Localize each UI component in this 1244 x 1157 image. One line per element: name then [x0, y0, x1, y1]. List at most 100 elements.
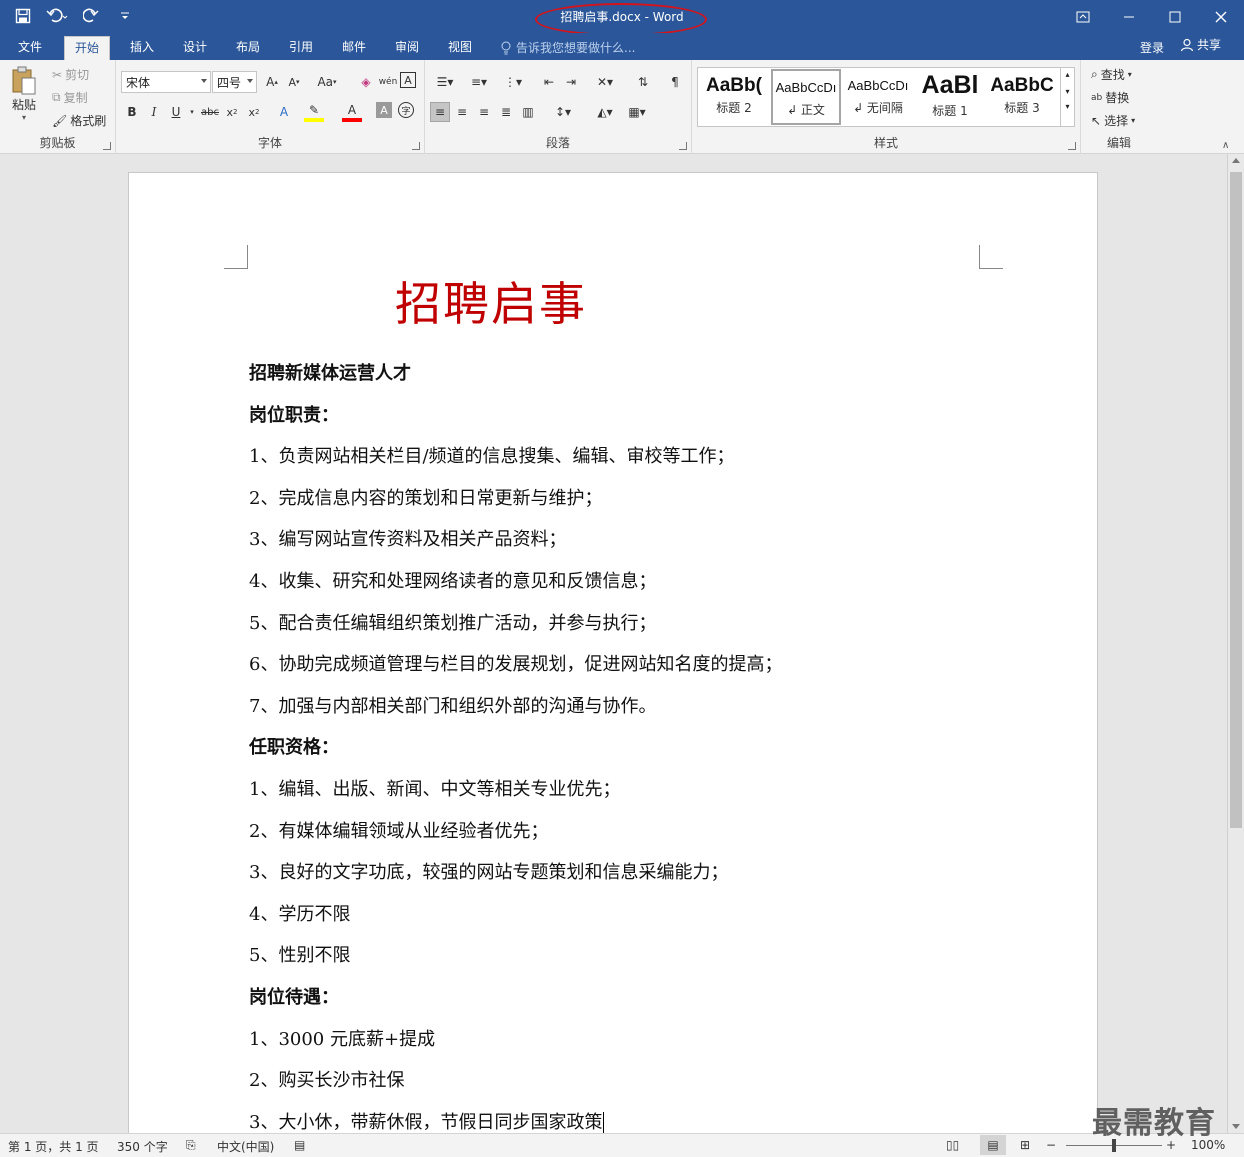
justify-icon[interactable]: ≣ — [496, 102, 516, 122]
tab-references[interactable]: 引用 — [279, 36, 323, 60]
font-name-value: 宋体 — [126, 76, 151, 90]
line-spacing-icon[interactable]: ↕▾ — [549, 102, 577, 122]
styles-scroll[interactable]: ▴ ▾ ▾ — [1060, 68, 1074, 126]
style-sample: AaBbC — [990, 75, 1054, 96]
macro-icon[interactable]: ▤ — [294, 1138, 305, 1152]
select-button[interactable]: ↖ 选择 ▾ — [1091, 112, 1135, 129]
style-heading-1[interactable]: AaBl 标题 1 — [915, 69, 985, 125]
font-name-select[interactable]: 宋体 — [121, 71, 211, 93]
tab-design[interactable]: 设计 — [173, 36, 217, 60]
multilevel-list-icon[interactable]: ⋮▾ — [499, 72, 527, 92]
tab-insert[interactable]: 插入 — [120, 36, 164, 60]
shrink-font-icon[interactable]: A ▾ — [284, 72, 304, 92]
style-name: 标题 1 — [932, 104, 968, 118]
enclose-characters-icon[interactable]: 字 — [398, 102, 414, 118]
character-border-icon[interactable]: A — [400, 72, 416, 88]
scroll-down-icon[interactable] — [1232, 1124, 1240, 1129]
tab-view[interactable]: 视图 — [438, 36, 482, 60]
shading-icon[interactable]: ◭▾ — [591, 102, 619, 122]
tab-home[interactable]: 开始 — [64, 36, 111, 60]
borders-icon[interactable]: ▦▾ — [623, 102, 651, 122]
increase-indent-icon[interactable]: ⇥ — [561, 72, 581, 92]
lightbulb-icon — [501, 41, 511, 54]
minimize-icon[interactable] — [1106, 0, 1152, 33]
paragraph-launcher-icon[interactable] — [679, 142, 687, 150]
replace-button[interactable]: ab 替换 — [1091, 89, 1129, 106]
language-indicator[interactable]: 中文(中国) — [217, 1138, 274, 1155]
tab-review[interactable]: 审阅 — [385, 36, 429, 60]
numbering-icon[interactable]: ≡▾ — [465, 72, 493, 92]
format-painter-button[interactable]: 🖌 格式刷 — [52, 112, 106, 129]
clipboard-launcher-icon[interactable] — [103, 142, 111, 150]
tell-me-text: 告诉我您想要做什么... — [516, 41, 636, 55]
tab-mailings[interactable]: 邮件 — [332, 36, 376, 60]
page-count[interactable]: 第 1 页，共 1 页 — [8, 1138, 99, 1155]
proofing-icon[interactable]: ⎘ — [186, 1138, 196, 1153]
bold-icon[interactable]: B — [122, 102, 142, 122]
italic-icon[interactable]: I — [144, 102, 164, 122]
align-left-icon[interactable]: ≡ — [430, 102, 450, 122]
style-normal[interactable]: AaBbCcDı ↲ 正文 — [771, 69, 841, 125]
scroll-thumb[interactable] — [1230, 172, 1242, 828]
style-no-spacing[interactable]: AaBbCcDı ↲ 无间隔 — [843, 69, 913, 125]
font-size-select[interactable]: 四号 — [212, 71, 257, 93]
find-button[interactable]: ⌕ 查找 ▾ — [1091, 66, 1132, 83]
change-case-button[interactable]: Aa ▾ — [312, 72, 342, 92]
ribbon-display-options-icon[interactable] — [1060, 0, 1106, 33]
scroll-up-icon[interactable] — [1232, 158, 1240, 163]
magnifier-icon: ⌕ — [1091, 67, 1098, 81]
styles-launcher-icon[interactable] — [1068, 142, 1076, 150]
style-heading-3[interactable]: AaBbC 标题 3 — [987, 69, 1057, 125]
close-icon[interactable] — [1198, 0, 1244, 33]
paste-button[interactable]: 粘贴 ▾ — [10, 66, 38, 122]
character-shading-icon[interactable]: A — [376, 102, 392, 118]
title-bar: 招聘启事.docx - Word — [0, 0, 1244, 36]
align-right-icon[interactable]: ≡ — [474, 102, 494, 122]
print-layout-icon[interactable]: ▤ — [980, 1135, 1006, 1155]
cut-button[interactable]: ✂ 剪切 — [52, 66, 89, 83]
text-effects-icon[interactable]: A — [274, 102, 294, 122]
document-section-heading: 任职资格： — [249, 737, 339, 759]
styles-up-icon[interactable]: ▴ — [1061, 70, 1074, 79]
document-page[interactable]: 招聘启事 招聘新媒体运营人才 岗位职责： 1、负责网站相关栏目/频道的信息搜集、编辑… — [128, 172, 1098, 1152]
document-paragraph: 2、购买长沙市社保 — [249, 1070, 405, 1092]
login-link[interactable]: 登录 — [1140, 39, 1164, 56]
ribbon-tab-bar: 文件 开始 插入 设计 布局 引用 邮件 审阅 视图 告诉我您想要做什么... … — [0, 33, 1244, 60]
style-heading-2[interactable]: AaBb( 标题 2 — [699, 69, 769, 125]
read-mode-icon[interactable]: ▯▯ — [946, 1138, 959, 1152]
share-button[interactable]: 共享 — [1180, 36, 1221, 53]
font-color-icon[interactable]: A — [342, 102, 362, 122]
styles-more-icon[interactable]: ▾ — [1061, 102, 1074, 111]
style-sample: AaBb( — [706, 75, 762, 96]
chinese-layout-icon[interactable]: ✕▾ — [591, 72, 619, 92]
tab-file[interactable]: 文件 — [8, 36, 52, 60]
zoom-out-icon[interactable]: − — [1046, 1138, 1056, 1152]
grow-font-icon[interactable]: A ▴ — [262, 72, 282, 92]
superscript-icon[interactable]: x2 — [244, 102, 264, 122]
show-marks-icon[interactable]: ¶ — [665, 72, 685, 92]
pointer-icon: ↖ — [1091, 113, 1102, 128]
decrease-indent-icon[interactable]: ⇤ — [539, 72, 559, 92]
clear-formatting-icon[interactable]: ◈ — [356, 72, 376, 92]
maximize-icon[interactable] — [1152, 0, 1198, 33]
sort-icon[interactable]: ⇅ — [633, 72, 653, 92]
word-count[interactable]: 350 个字 — [117, 1138, 168, 1155]
paste-icon — [12, 66, 36, 95]
copy-button[interactable]: ⧉ 复制 — [52, 89, 88, 106]
font-launcher-icon[interactable] — [412, 142, 420, 150]
subscript-icon[interactable]: x2 — [222, 102, 242, 122]
highlight-color-icon[interactable]: ✎ — [304, 102, 324, 122]
strikethrough-icon[interactable]: abc — [200, 102, 220, 122]
align-center-icon[interactable]: ≡ — [452, 102, 472, 122]
bullets-icon[interactable]: ☰▾ — [431, 72, 459, 92]
web-layout-icon[interactable]: ⊞ — [1020, 1138, 1030, 1152]
tab-layout[interactable]: 布局 — [226, 36, 270, 60]
document-section-heading: 岗位职责： — [249, 404, 339, 426]
collapse-ribbon-icon[interactable]: ∧ — [1222, 140, 1229, 151]
underline-dropdown-icon[interactable]: ▾ — [182, 102, 202, 122]
tell-me-search[interactable]: 告诉我您想要做什么... — [500, 39, 635, 56]
styles-down-icon[interactable]: ▾ — [1061, 87, 1074, 96]
phonetic-guide-icon[interactable]: wén — [378, 72, 398, 92]
distributed-icon[interactable]: ▥ — [518, 102, 538, 122]
vertical-scrollbar[interactable] — [1227, 154, 1244, 1133]
